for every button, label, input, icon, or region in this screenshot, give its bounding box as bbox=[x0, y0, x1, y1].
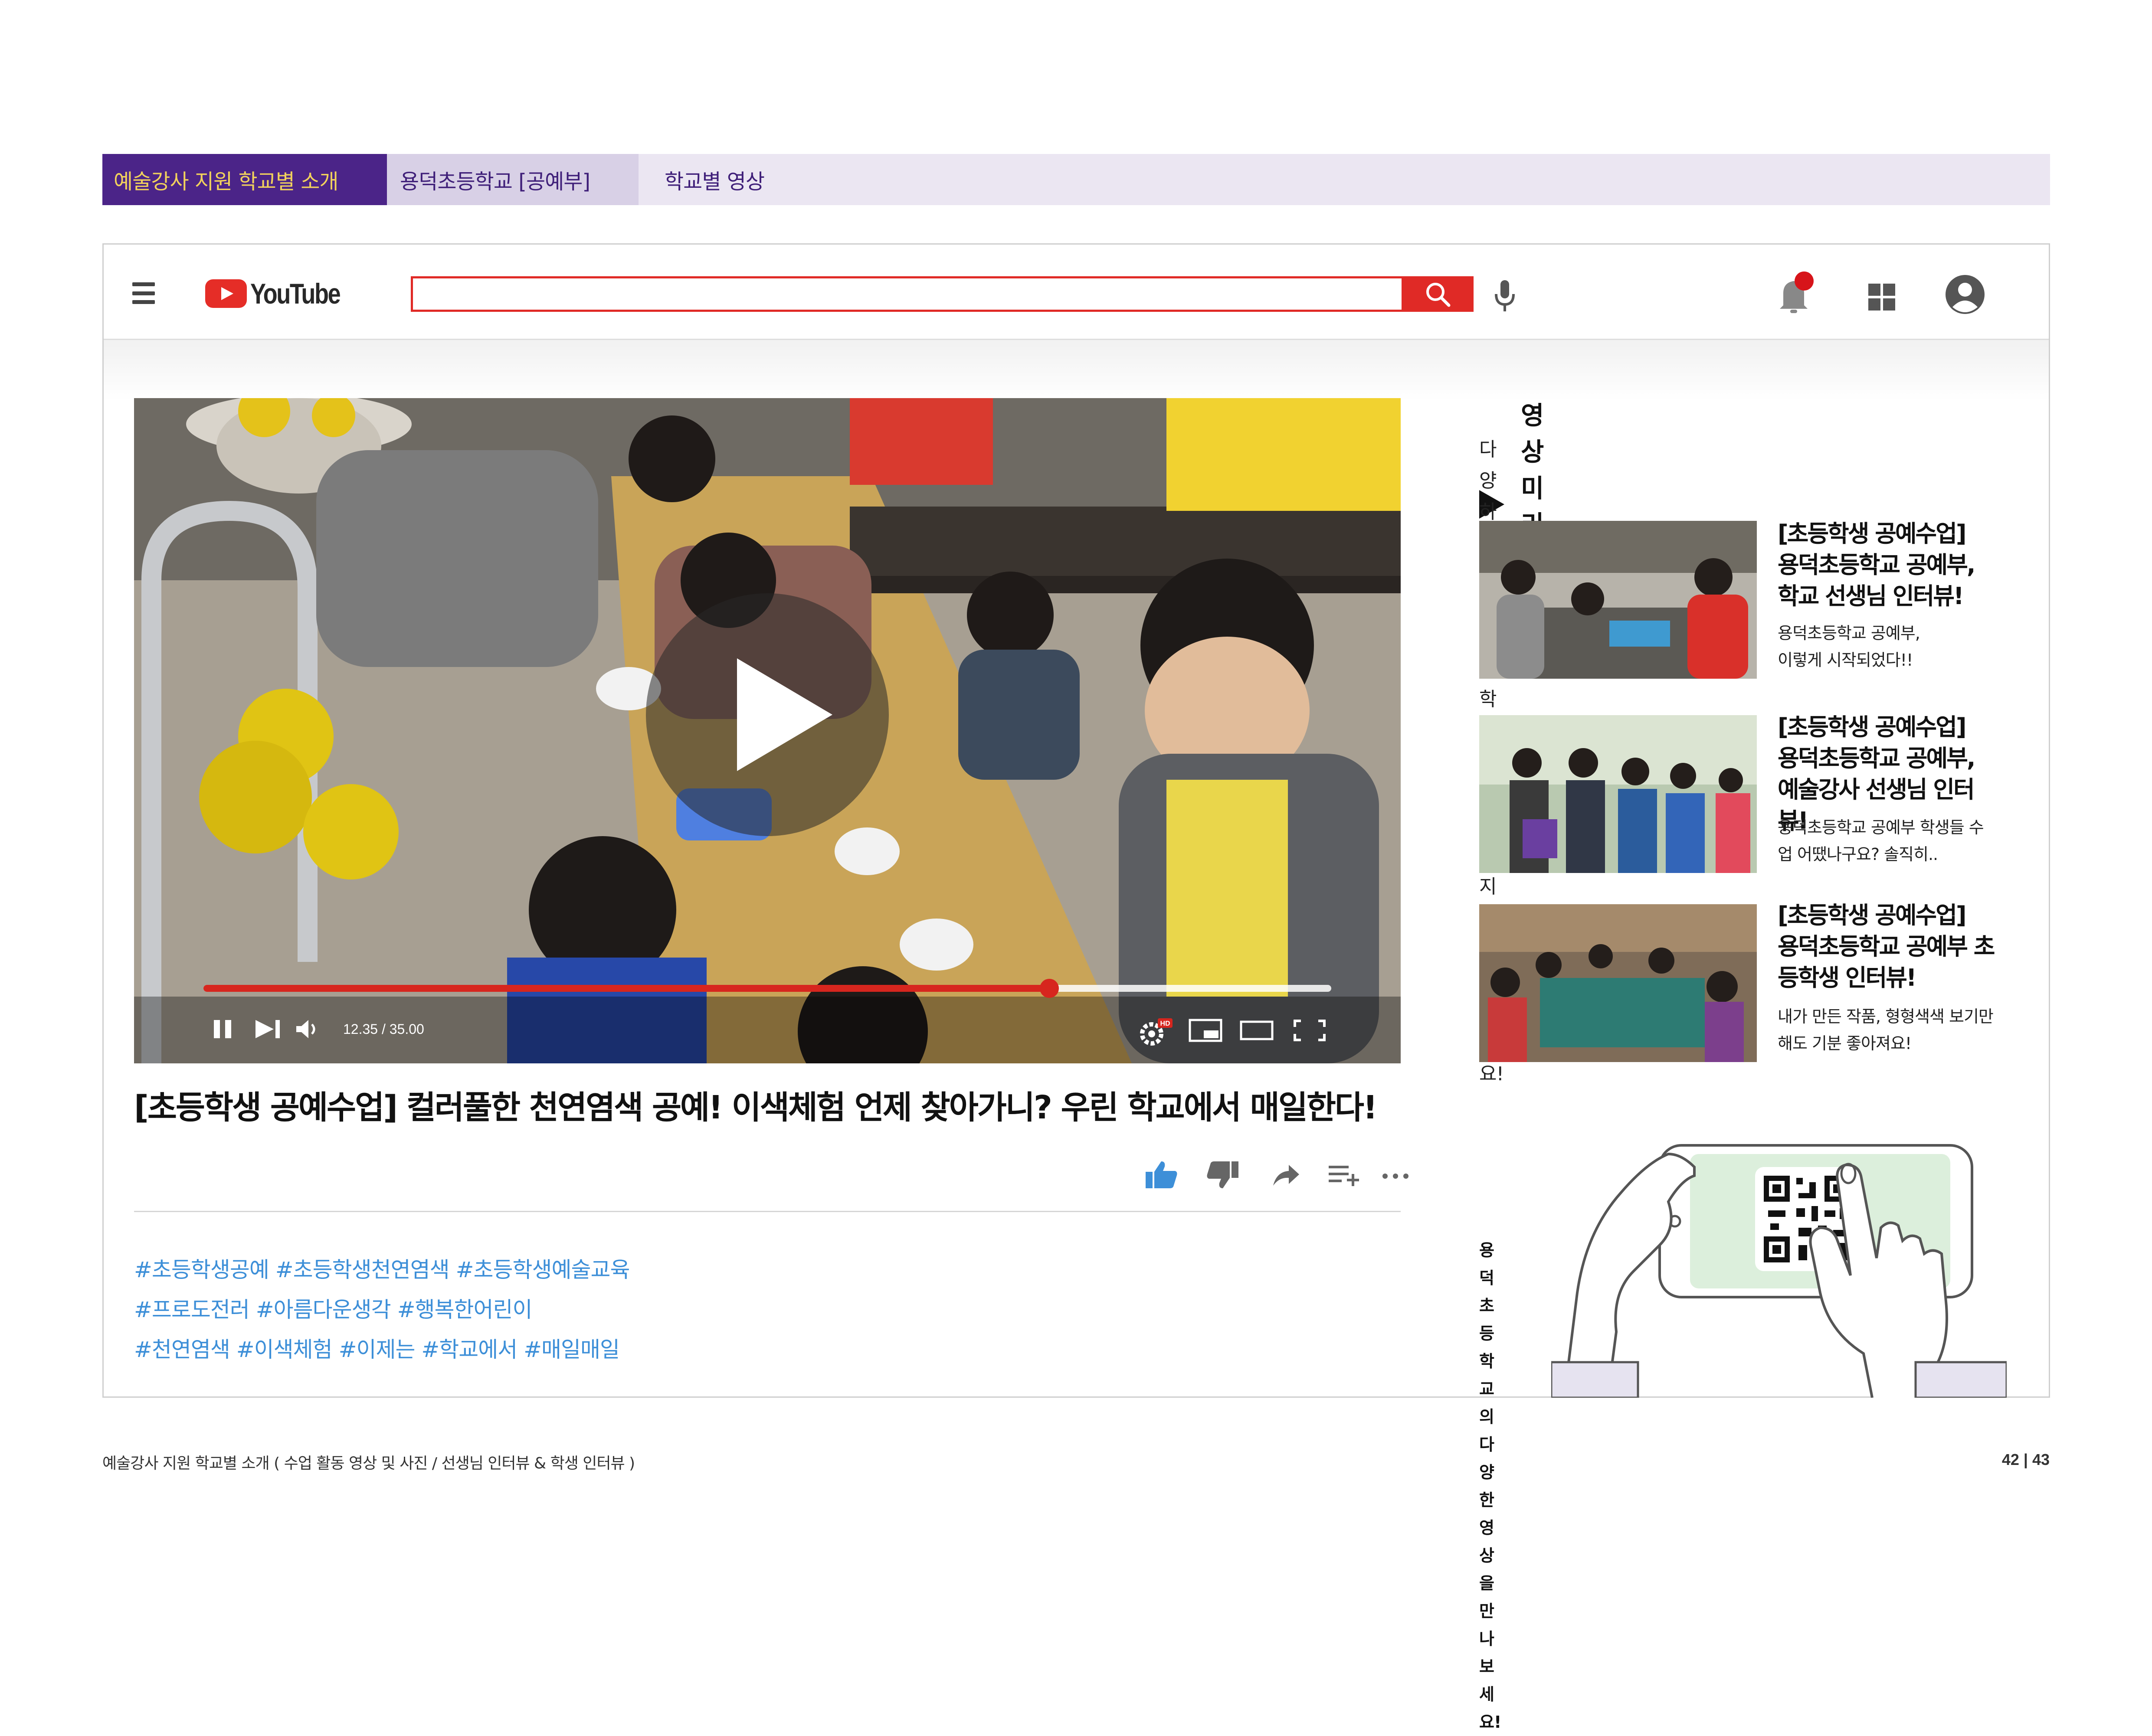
hamburger-icon[interactable] bbox=[132, 282, 155, 304]
theater-icon[interactable] bbox=[1239, 1018, 1274, 1043]
play-icon[interactable] bbox=[646, 593, 889, 836]
apps-icon[interactable] bbox=[1868, 284, 1895, 311]
save-playlist-icon[interactable] bbox=[1327, 1160, 1362, 1190]
dislike-icon[interactable] bbox=[1205, 1160, 1240, 1190]
video-title: [초등학생 공예수업] 컬러풀한 천연염색 공예! 이색체험 언제 찾아가니? … bbox=[134, 1089, 1378, 1126]
phone-qr-illustration bbox=[1551, 1144, 2007, 1398]
next-icon[interactable] bbox=[254, 1018, 282, 1040]
card-title[interactable]: [초등학생 공예수업] 용덕초등학교 공예부 초 등학생 인터뷰! bbox=[1778, 900, 2003, 994]
video-thumbnail[interactable] bbox=[1479, 521, 1757, 679]
divider bbox=[134, 1211, 1401, 1212]
card-title[interactable]: [초등학생 공예수업] 용덕초등학교 공예부, 학교 선생님 인터뷰! bbox=[1778, 518, 2003, 612]
youtube-logo-icon bbox=[205, 279, 247, 308]
breadcrumb-page[interactable]: 학교별 영상 bbox=[639, 154, 899, 205]
progress-fill bbox=[203, 985, 1049, 992]
search-icon bbox=[1426, 283, 1451, 307]
hashtag-line[interactable]: #프로도전러 #아름다운생각 #행복한어린이 bbox=[134, 1290, 1401, 1330]
breadcrumb-section[interactable]: 예술강사 지원 학교별 소개 bbox=[102, 154, 387, 205]
video-thumbnail[interactable] bbox=[1479, 904, 1757, 1062]
search-button[interactable] bbox=[1402, 276, 1474, 312]
pause-icon[interactable] bbox=[210, 1018, 236, 1040]
hashtag-list: #초등학생공예 #초등학생천연염색 #초등학생예술교육 #프로도전러 #아름다운… bbox=[134, 1250, 1401, 1370]
qr-caption: 용덕초등학교의 다양한 영상을 만나보세요! bbox=[1479, 1241, 1501, 1732]
mic-icon[interactable] bbox=[1492, 278, 1518, 313]
video-player[interactable]: 12.35 / 35.00 HD bbox=[134, 398, 1401, 1063]
settings-icon[interactable]: HD bbox=[1139, 1018, 1173, 1046]
video-thumbnail[interactable] bbox=[1479, 715, 1757, 873]
youtube-logo[interactable]: YouTube bbox=[205, 278, 360, 310]
volume-icon[interactable] bbox=[295, 1018, 321, 1040]
more-icon[interactable] bbox=[1382, 1160, 1409, 1190]
hashtag-line[interactable]: #천연염색 #이색체험 #이제는 #학교에서 #매일매일 bbox=[134, 1330, 1401, 1370]
hd-badge: HD bbox=[1160, 1020, 1170, 1027]
card-subtitle: 내가 만든 작품, 형형색색 보기만 해도 기분 좋아져요! bbox=[1778, 1007, 1994, 1053]
youtube-wordmark: YouTube bbox=[250, 278, 341, 310]
search-input[interactable] bbox=[411, 276, 1404, 312]
content-background bbox=[104, 340, 2049, 401]
fullscreen-icon[interactable] bbox=[1292, 1018, 1327, 1043]
hashtag-line[interactable]: #초등학생공예 #초등학생천연염색 #초등학생예술교육 bbox=[134, 1250, 1401, 1290]
page-number: 42 | 43 bbox=[2001, 1451, 2050, 1468]
share-icon[interactable] bbox=[1271, 1160, 1301, 1190]
breadcrumb-school[interactable]: 용덕초등학교 [공예부] bbox=[387, 154, 639, 205]
progress-bar[interactable] bbox=[203, 979, 1331, 998]
top-bar: YouTube bbox=[104, 245, 2049, 340]
time-display: 12.35 / 35.00 bbox=[343, 1021, 424, 1037]
bell-icon[interactable] bbox=[1774, 271, 1817, 315]
progress-scrubber[interactable] bbox=[1040, 979, 1059, 998]
miniplayer-icon[interactable] bbox=[1188, 1018, 1223, 1043]
breadcrumb: 예술강사 지원 학교별 소개 용덕초등학교 [공예부] 학교별 영상 bbox=[102, 154, 2050, 205]
footer-caption: 예술강사 지원 학교별 소개 ( 수업 활동 영상 및 사진 / 선생님 인터뷰… bbox=[102, 1455, 635, 1472]
account-icon[interactable] bbox=[1945, 274, 1985, 315]
card-subtitle: 용덕초등학교 공예부, 이렇게 시작되었다!! bbox=[1778, 624, 1920, 670]
card-subtitle: 용덕초등학교 공예부 학생들 수업 어땠나구요? 솔직히.. bbox=[1778, 818, 1984, 864]
like-icon[interactable] bbox=[1144, 1160, 1179, 1190]
